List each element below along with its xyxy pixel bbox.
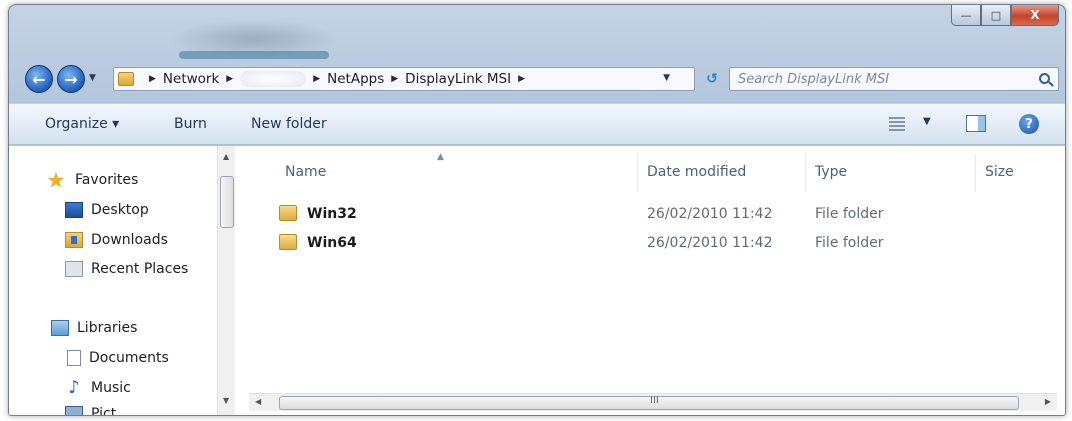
file-type: File folder <box>815 206 884 222</box>
change-view-icon[interactable] <box>889 117 905 131</box>
view-options-dropdown-icon[interactable]: ▼ <box>923 116 931 127</box>
sidebar-item-label: Recent Places <box>91 261 189 277</box>
navigation-pane: ★ Favorites Desktop Downloads Recent Pla… <box>9 146 217 416</box>
chevron-right-icon[interactable]: ▶ <box>518 74 525 84</box>
sidebar-item-music[interactable]: ♪ Music <box>65 377 131 398</box>
sidebar-item-favorites[interactable]: ★ Favorites <box>47 168 139 192</box>
chevron-right-icon[interactable]: ▶ <box>391 74 398 84</box>
music-note-icon: ♪ <box>68 377 80 398</box>
sidebar-item-recent-places[interactable]: Recent Places <box>65 261 188 277</box>
sidebar-item-label: Favorites <box>75 172 139 188</box>
column-header-date-modified[interactable]: Date modified <box>647 164 746 180</box>
recent-pages-dropdown[interactable]: ▼ <box>89 73 96 83</box>
search-icon[interactable] <box>1039 73 1050 84</box>
new-folder-button[interactable]: New folder <box>251 116 327 132</box>
folder-icon <box>118 72 134 86</box>
column-divider[interactable] <box>975 154 976 192</box>
libraries-icon <box>51 320 69 336</box>
file-type: File folder <box>815 235 884 251</box>
file-date-modified: 26/02/2010 11:42 <box>647 206 773 222</box>
chevron-right-icon[interactable]: ▶ <box>149 74 156 84</box>
scroll-up-icon[interactable]: ▲ <box>223 152 229 161</box>
file-list-horizontal-scrollbar[interactable]: ◀ III ▶ <box>249 393 1057 411</box>
sidebar-item-libraries[interactable]: Libraries <box>51 320 137 336</box>
chevron-right-icon[interactable]: ▶ <box>226 74 233 84</box>
scroll-down-icon[interactable]: ▼ <box>223 396 229 405</box>
column-divider[interactable] <box>805 154 806 192</box>
sort-ascending-icon: ▲ <box>437 152 444 162</box>
close-button[interactable]: X <box>1011 5 1059 26</box>
content-area: ★ Favorites Desktop Downloads Recent Pla… <box>9 146 1065 416</box>
address-dropdown-icon[interactable]: ▼ <box>663 73 670 83</box>
downloads-folder-icon <box>65 232 83 248</box>
breadcrumb-displaylink-msi[interactable]: DisplayLink MSI <box>405 71 511 87</box>
organize-button[interactable]: Organize ▾ <box>45 116 119 132</box>
command-bar: Organize ▾ Burn New folder ▼ ? <box>9 103 1065 145</box>
scrollbar-thumb[interactable]: III <box>279 395 1019 410</box>
sidebar-item-label: Desktop <box>91 202 149 218</box>
file-name: Win32 <box>307 206 357 222</box>
maximize-button[interactable]: □ <box>981 5 1011 26</box>
breadcrumb-redacted[interactable] <box>240 71 307 87</box>
file-list: ▲ Name Date modified Type Size Win32 26/… <box>237 146 1065 415</box>
scroll-right-icon[interactable]: ▶ <box>1045 397 1051 406</box>
sidebar-item-documents[interactable]: Documents <box>67 350 169 366</box>
document-icon <box>67 350 81 366</box>
forward-button[interactable]: → <box>57 65 85 93</box>
recent-places-icon <box>65 261 83 277</box>
scrollbar-thumb[interactable] <box>220 176 234 228</box>
sidebar-scrollbar[interactable]: ▲ ▼ <box>217 146 235 415</box>
sidebar-item-downloads[interactable]: Downloads <box>65 232 168 248</box>
column-header-type[interactable]: Type <box>815 164 847 180</box>
burn-button[interactable]: Burn <box>174 116 207 132</box>
back-arrow-icon: ← <box>32 69 46 89</box>
pictures-icon <box>65 406 83 415</box>
address-bar[interactable]: ▶ Network ▶ ▶ NetApps ▶ DisplayLink MSI … <box>113 67 695 91</box>
scroll-left-icon[interactable]: ◀ <box>255 397 261 406</box>
column-header-size[interactable]: Size <box>985 164 1014 180</box>
table-row[interactable]: Win32 26/02/2010 11:42 File folder <box>237 202 1065 226</box>
blurred-title-bar <box>179 51 329 59</box>
refresh-button[interactable]: ↺ <box>699 67 725 91</box>
scrollbar-grip: III <box>650 395 659 406</box>
help-icon[interactable]: ? <box>1019 114 1039 134</box>
breadcrumb-network[interactable]: Network <box>163 71 219 87</box>
search-box[interactable] <box>729 67 1059 91</box>
sidebar-item-desktop[interactable]: Desktop <box>65 202 149 218</box>
sidebar-item-label: Documents <box>89 350 169 366</box>
navigation-bar: ← → ▼ ▶ Network ▶ ▶ NetApps ▶ DisplayLin… <box>9 59 1065 97</box>
star-icon: ★ <box>47 168 65 192</box>
folder-icon <box>279 234 297 250</box>
preview-pane-icon[interactable] <box>966 115 986 132</box>
breadcrumb-netapps[interactable]: NetApps <box>327 71 384 87</box>
search-input[interactable] <box>738 71 1018 87</box>
column-header-name[interactable]: Name <box>285 164 326 180</box>
refresh-icon: ↺ <box>706 71 718 87</box>
explorer-window: — □ X ← → ▼ ▶ Network ▶ ▶ NetApps ▶ Disp… <box>8 4 1066 416</box>
back-button[interactable]: ← <box>25 65 53 93</box>
chevron-right-icon[interactable]: ▶ <box>313 74 320 84</box>
file-date-modified: 26/02/2010 11:42 <box>647 235 773 251</box>
folder-icon <box>279 205 297 221</box>
sidebar-item-pictures[interactable]: Pict <box>65 406 117 416</box>
sidebar-item-label: Downloads <box>91 232 168 248</box>
minimize-button[interactable]: — <box>951 5 981 26</box>
sidebar-item-label: Libraries <box>77 320 138 336</box>
file-name: Win64 <box>307 235 357 251</box>
desktop-icon <box>65 202 83 218</box>
table-row[interactable]: Win64 26/02/2010 11:42 File folder <box>237 231 1065 255</box>
sidebar-item-label: Music <box>91 380 131 396</box>
column-divider[interactable] <box>637 154 638 192</box>
sidebar-item-label: Pict <box>91 406 117 416</box>
forward-arrow-icon: → <box>64 69 78 89</box>
caption-buttons: — □ X <box>951 5 1059 26</box>
